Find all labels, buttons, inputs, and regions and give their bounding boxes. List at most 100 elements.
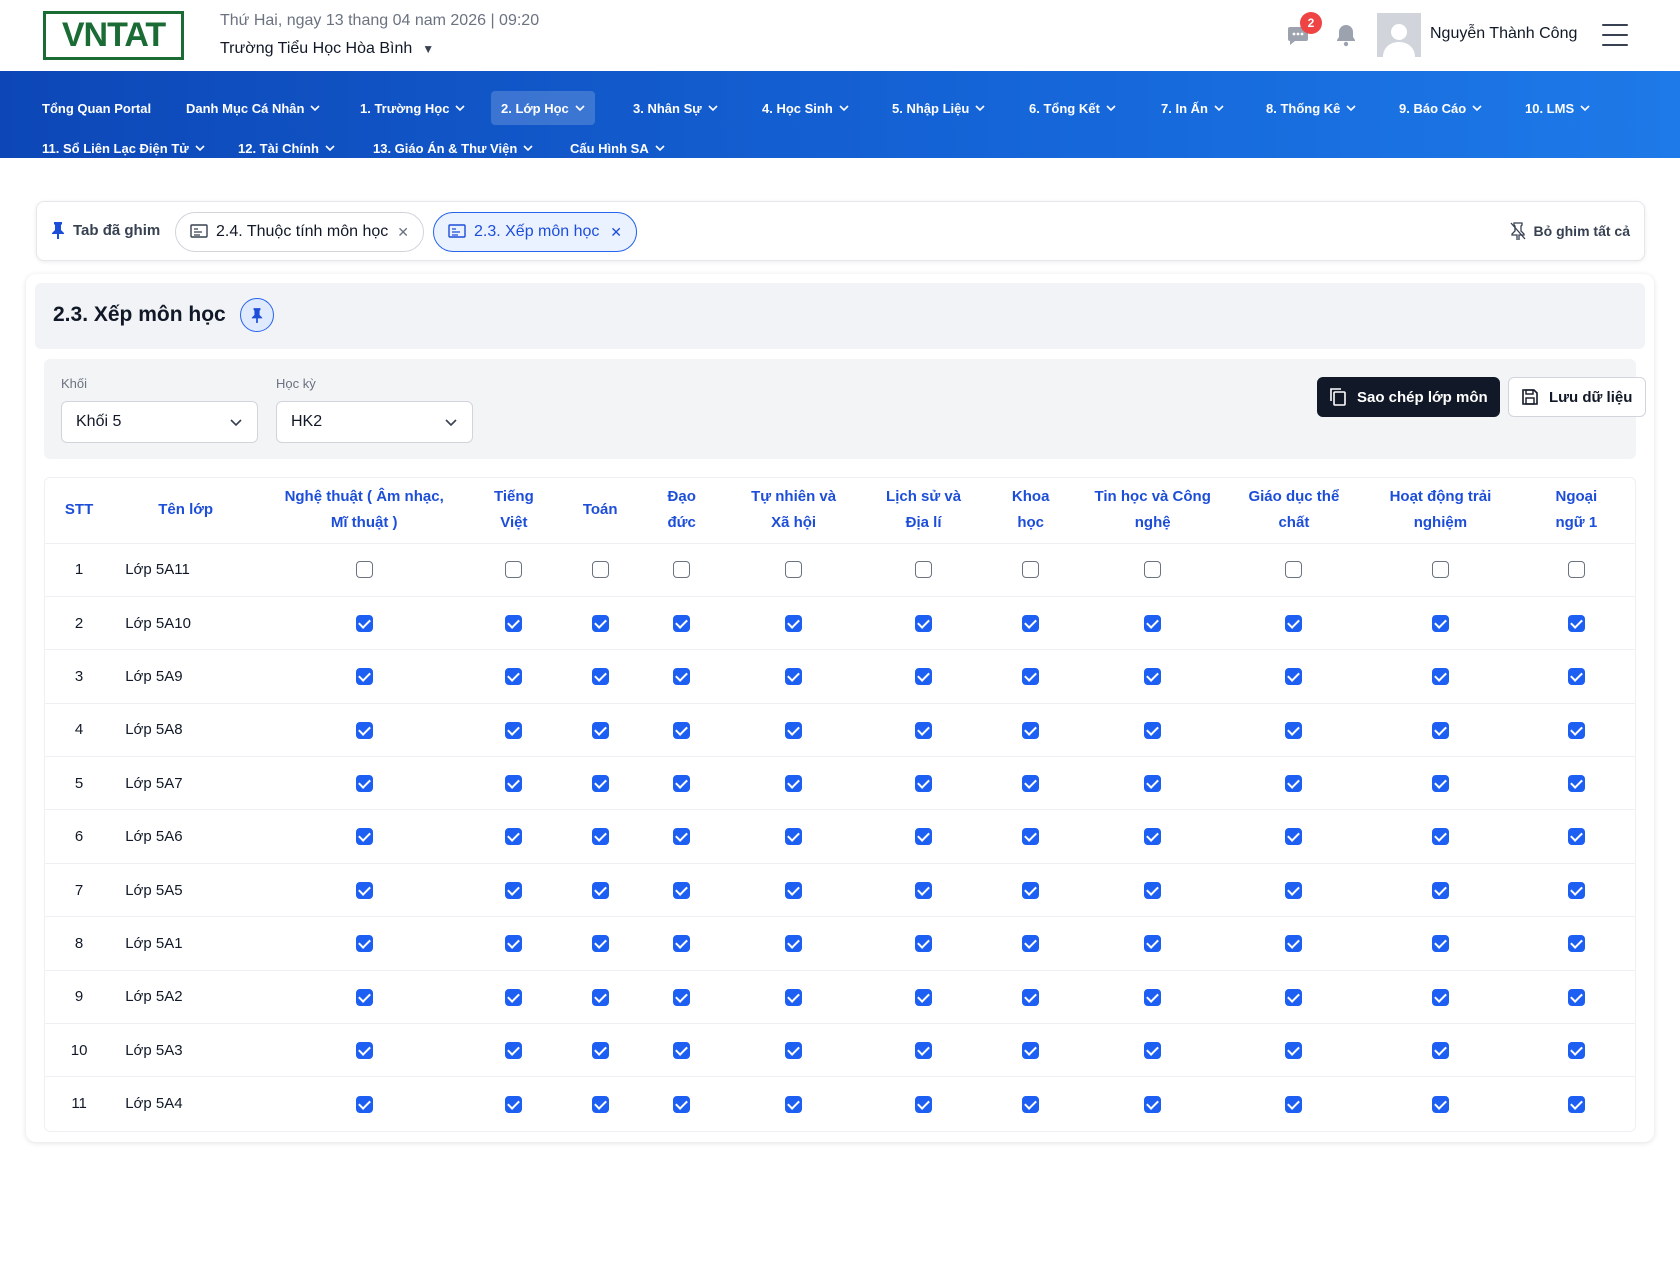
subject-checkbox[interactable] bbox=[355, 614, 373, 632]
subject-checkbox[interactable] bbox=[673, 1041, 691, 1059]
subject-checkbox[interactable] bbox=[1022, 828, 1040, 846]
subject-checkbox[interactable] bbox=[1285, 881, 1303, 899]
subject-checkbox[interactable] bbox=[1431, 775, 1449, 793]
save-data-button[interactable]: Lưu dữ liệu bbox=[1508, 377, 1646, 417]
subject-checkbox[interactable] bbox=[1022, 1041, 1040, 1059]
pinned-tab-xep-mon-hoc[interactable]: 2.3. Xếp môn học ✕ bbox=[433, 212, 637, 252]
hamburger-menu-icon[interactable] bbox=[1602, 24, 1628, 46]
subject-checkbox[interactable] bbox=[1431, 988, 1449, 1006]
subject-checkbox[interactable] bbox=[591, 1041, 609, 1059]
subject-checkbox[interactable] bbox=[1022, 988, 1040, 1006]
subject-checkbox[interactable] bbox=[785, 988, 803, 1006]
subject-checkbox[interactable] bbox=[355, 988, 373, 1006]
subject-checkbox[interactable] bbox=[1431, 1095, 1449, 1113]
subject-checkbox[interactable] bbox=[1022, 775, 1040, 793]
subject-checkbox[interactable] bbox=[591, 668, 609, 686]
nav-item-bao-cao[interactable]: 9. Báo Cáo bbox=[1389, 91, 1492, 125]
subject-checkbox[interactable] bbox=[1285, 721, 1303, 739]
avatar[interactable] bbox=[1377, 13, 1421, 57]
subject-checkbox[interactable] bbox=[1022, 935, 1040, 953]
unpin-all-button[interactable]: Bỏ ghim tất cả bbox=[1510, 222, 1630, 240]
subject-checkbox[interactable] bbox=[1285, 775, 1303, 793]
nav-item-tong-ket[interactable]: 6. Tổng Kết bbox=[1019, 91, 1126, 125]
nav-item-danh-muc[interactable]: Danh Mục Cá Nhân bbox=[176, 91, 330, 125]
subject-checkbox[interactable] bbox=[1431, 935, 1449, 953]
bell-icon[interactable] bbox=[1333, 22, 1359, 48]
subject-checkbox[interactable] bbox=[355, 828, 373, 846]
subject-checkbox[interactable] bbox=[785, 614, 803, 632]
subject-checkbox[interactable] bbox=[915, 614, 933, 632]
subject-checkbox[interactable] bbox=[505, 775, 523, 793]
semester-select[interactable]: HK2 bbox=[276, 401, 473, 443]
subject-checkbox[interactable] bbox=[1567, 561, 1585, 579]
nav-item-cau-hinh[interactable]: Cấu Hình SA bbox=[560, 131, 675, 165]
subject-checkbox[interactable] bbox=[1567, 775, 1585, 793]
nav-item-tai-chinh[interactable]: 12. Tài Chính bbox=[228, 131, 345, 165]
subject-checkbox[interactable] bbox=[1022, 561, 1040, 579]
subject-checkbox[interactable] bbox=[1431, 721, 1449, 739]
copy-class-subjects-button[interactable]: Sao chép lớp môn bbox=[1317, 377, 1500, 417]
subject-checkbox[interactable] bbox=[505, 1095, 523, 1113]
nav-item-in-an[interactable]: 7. In Ấn bbox=[1151, 91, 1234, 125]
subject-checkbox[interactable] bbox=[915, 775, 933, 793]
nav-item-lms[interactable]: 10. LMS bbox=[1515, 91, 1600, 125]
subject-checkbox[interactable] bbox=[1431, 668, 1449, 686]
subject-checkbox[interactable] bbox=[1144, 614, 1162, 632]
subject-checkbox[interactable] bbox=[915, 668, 933, 686]
subject-checkbox[interactable] bbox=[1285, 1095, 1303, 1113]
subject-checkbox[interactable] bbox=[1567, 668, 1585, 686]
subject-checkbox[interactable] bbox=[673, 614, 691, 632]
subject-checkbox[interactable] bbox=[1022, 721, 1040, 739]
subject-checkbox[interactable] bbox=[785, 561, 803, 579]
nav-item-nhap-lieu[interactable]: 5. Nhập Liệu bbox=[882, 91, 995, 125]
subject-checkbox[interactable] bbox=[355, 668, 373, 686]
subject-checkbox[interactable] bbox=[1285, 935, 1303, 953]
subject-checkbox[interactable] bbox=[591, 1095, 609, 1113]
subject-checkbox[interactable] bbox=[505, 881, 523, 899]
subject-checkbox[interactable] bbox=[505, 561, 523, 579]
subject-checkbox[interactable] bbox=[1285, 828, 1303, 846]
subject-checkbox[interactable] bbox=[591, 828, 609, 846]
subject-checkbox[interactable] bbox=[355, 721, 373, 739]
nav-item-tong-quan[interactable]: Tổng Quan Portal bbox=[32, 91, 161, 125]
subject-checkbox[interactable] bbox=[785, 668, 803, 686]
subject-checkbox[interactable] bbox=[1022, 614, 1040, 632]
subject-checkbox[interactable] bbox=[355, 1095, 373, 1113]
subject-checkbox[interactable] bbox=[915, 561, 933, 579]
subject-checkbox[interactable] bbox=[785, 828, 803, 846]
subject-checkbox[interactable] bbox=[355, 1041, 373, 1059]
subject-checkbox[interactable] bbox=[1431, 881, 1449, 899]
subject-checkbox[interactable] bbox=[1144, 561, 1162, 579]
user-name[interactable]: Nguyễn Thành Công bbox=[1430, 25, 1577, 43]
pin-page-button[interactable] bbox=[240, 298, 274, 332]
subject-checkbox[interactable] bbox=[785, 1041, 803, 1059]
subject-checkbox[interactable] bbox=[1285, 614, 1303, 632]
close-icon[interactable]: ✕ bbox=[610, 224, 622, 241]
subject-checkbox[interactable] bbox=[355, 561, 373, 579]
subject-checkbox[interactable] bbox=[915, 828, 933, 846]
nav-item-nhan-su[interactable]: 3. Nhân Sự bbox=[623, 91, 728, 125]
pinned-tab-thuoc-tinh[interactable]: 2.4. Thuộc tính môn học ✕ bbox=[175, 212, 424, 252]
subject-checkbox[interactable] bbox=[1144, 988, 1162, 1006]
subject-checkbox[interactable] bbox=[785, 935, 803, 953]
subject-checkbox[interactable] bbox=[1285, 988, 1303, 1006]
nav-item-thong-ke[interactable]: 8. Thống Kê bbox=[1256, 91, 1366, 125]
subject-checkbox[interactable] bbox=[1144, 1095, 1162, 1113]
subject-checkbox[interactable] bbox=[591, 775, 609, 793]
subject-checkbox[interactable] bbox=[1431, 828, 1449, 846]
subject-checkbox[interactable] bbox=[1567, 1095, 1585, 1113]
subject-checkbox[interactable] bbox=[1144, 775, 1162, 793]
subject-checkbox[interactable] bbox=[355, 881, 373, 899]
subject-checkbox[interactable] bbox=[785, 721, 803, 739]
school-selector[interactable]: Trường Tiểu Học Hòa Bình ▼ bbox=[220, 40, 434, 58]
subject-checkbox[interactable] bbox=[355, 935, 373, 953]
subject-checkbox[interactable] bbox=[673, 828, 691, 846]
subject-checkbox[interactable] bbox=[355, 775, 373, 793]
subject-checkbox[interactable] bbox=[591, 988, 609, 1006]
subject-checkbox[interactable] bbox=[673, 988, 691, 1006]
subject-checkbox[interactable] bbox=[505, 988, 523, 1006]
subject-checkbox[interactable] bbox=[785, 775, 803, 793]
subject-checkbox[interactable] bbox=[1144, 1041, 1162, 1059]
subject-checkbox[interactable] bbox=[591, 881, 609, 899]
grade-select[interactable]: Khối 5 bbox=[61, 401, 258, 443]
